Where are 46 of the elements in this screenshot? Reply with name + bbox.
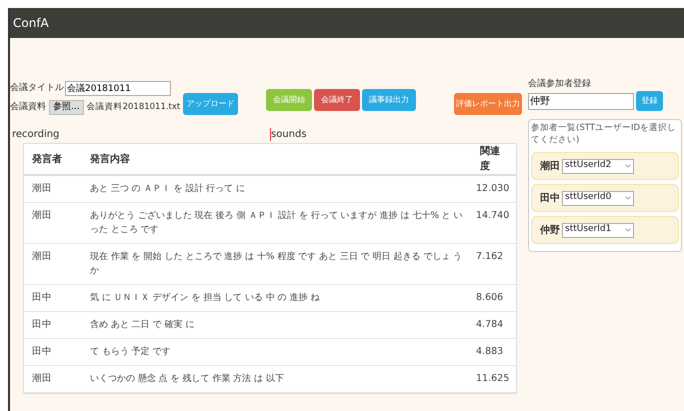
table-cell: あと 三つ の ＡＰＩ を 設計 行って に xyxy=(90,184,246,194)
field-label: 会議資料 xyxy=(10,100,46,114)
table-cell: 4.883 xyxy=(476,346,504,357)
table-cell: 現在 作業 を 開始 した ところで 進捗 は 十% 程度 です あと 三日 で 明日 起きる でしょ うか xyxy=(90,252,462,276)
table-cell: 含め あと 二日 で 確実 に xyxy=(90,320,194,330)
section-label: 会議参加者登録 xyxy=(528,78,592,90)
user-id-dropdown[interactable]: sttUserId2 xyxy=(562,158,634,174)
participant-name: 仲野 xyxy=(540,224,560,238)
table-cell: 潮田 xyxy=(32,183,52,194)
table-cell: 11.625 xyxy=(476,373,510,384)
column-header: 関連度 xyxy=(480,146,500,172)
table-cell: 12.030 xyxy=(476,183,510,194)
user-id-dropdown[interactable]: sttUserId1 xyxy=(562,222,634,238)
user-id-dropdown[interactable]: sttUserId0 xyxy=(562,190,634,206)
table-cell: 潮田 xyxy=(32,210,52,221)
field-label: 会議タイトル xyxy=(10,82,64,95)
chevron-icon xyxy=(625,228,631,232)
app-title: ConfA xyxy=(13,15,49,32)
browse-button[interactable]: 参照... xyxy=(49,100,84,115)
action-button[interactable]: 会議終了 xyxy=(314,89,360,111)
table-cell: いくつかの 懸念 点 を 残して 作業 方法 は 以下 xyxy=(90,374,284,384)
recording-label: recording xyxy=(11,128,60,142)
chevron-icon xyxy=(625,164,631,168)
column-header: 発言者 xyxy=(32,154,62,164)
chevron-icon xyxy=(625,196,631,200)
panel-title: 参加者一覧(STTユーザーIDを選択してください) xyxy=(531,122,677,146)
text-cursor xyxy=(270,128,271,140)
table-cell: 潮田 xyxy=(32,251,52,262)
table-cell: 14.740 xyxy=(476,210,510,221)
table-cell: 田中 xyxy=(32,292,52,303)
participant-input[interactable]: 仲野 xyxy=(528,92,634,110)
table-cell: ありがとう ございました 現在 後ろ 側 ＡＰＩ 設計 を 行って いますが 進捗 は 七十% と いった ところ です xyxy=(90,211,463,235)
participant-name: 潮田 xyxy=(540,160,560,174)
table-cell: 気 に ＵＮＩＸ デザイン を 担当 して いる 中 の 進捗 ね xyxy=(90,293,320,303)
file-name: 会議資料20181011.txt xyxy=(86,101,180,114)
table-cell: 4.784 xyxy=(476,319,504,330)
table-cell: 田中 xyxy=(32,346,52,357)
table-cell: 田中 xyxy=(32,319,52,330)
table-cell: 7.162 xyxy=(476,251,504,262)
sounds-label: sounds xyxy=(271,128,307,142)
table-cell: 8.606 xyxy=(476,292,504,303)
participant-name: 田中 xyxy=(540,192,560,206)
table-cell: て もらう 予定 です xyxy=(90,347,171,357)
column-header: 発言内容 xyxy=(90,154,130,164)
table-cell: 潮田 xyxy=(32,373,52,384)
title-input[interactable]: 会議20181011 xyxy=(65,81,171,96)
